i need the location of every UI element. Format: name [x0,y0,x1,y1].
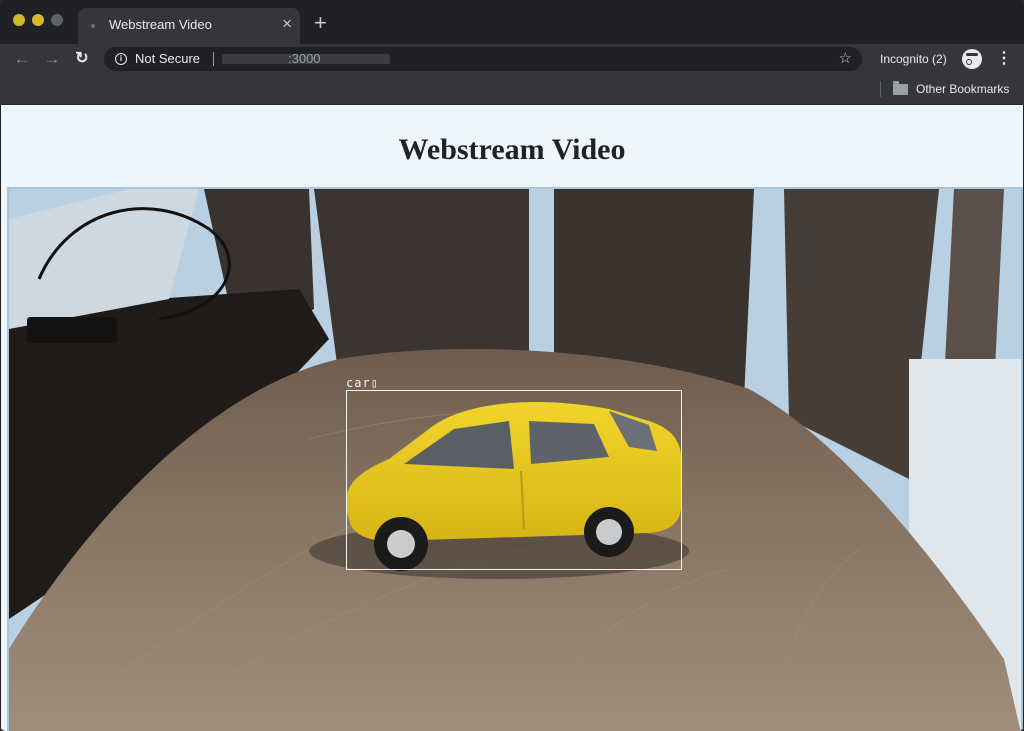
tab-title: Webstream Video [109,17,212,32]
forward-arrow-icon[interactable]: → [41,47,63,71]
url-port[interactable]: :3000 [288,51,321,66]
back-arrow-icon[interactable]: ← [11,47,33,71]
video-stream: car▯ [7,187,1023,731]
window-maximize-button[interactable] [51,14,63,26]
reload-icon[interactable]: ↻ [71,47,93,71]
profile-label[interactable]: Incognito (2) [880,52,947,66]
security-label[interactable]: Not Secure [135,51,200,66]
detection-class: car [346,376,371,390]
browser-window: Webstream Video × + ← → ↻ i Not Secure :… [0,0,1024,731]
window-close-button[interactable] [13,14,25,26]
bookmarks-bar: Other Bookmarks [0,74,1024,105]
power-adapter [27,317,117,343]
bookmarks-separator [880,81,881,97]
tab-close-icon[interactable]: × [282,14,292,34]
bookmark-star-icon[interactable]: ☆ [839,49,852,69]
menu-kebab-icon[interactable]: ⋮ [996,49,1012,69]
info-icon[interactable]: i [115,53,127,65]
new-tab-button[interactable]: + [314,12,327,34]
tab-webstream-video[interactable]: Webstream Video × [78,8,300,44]
window-minimize-button[interactable] [32,14,44,26]
toolbar: ← → ↻ i Not Secure :3000 ☆ Incognito (2)… [0,44,1024,74]
folder-icon [893,81,908,95]
address-bar[interactable]: i Not Secure :3000 ☆ [104,47,862,71]
page-title: Webstream Video [398,133,626,166]
incognito-icon[interactable] [962,49,982,69]
detection-glyph: ▯ [370,376,379,390]
other-bookmarks-link[interactable]: Other Bookmarks [916,82,1009,96]
tab-strip: Webstream Video × + [0,0,1024,44]
page-content: Webstream Video car▯ [1,105,1023,731]
detection-bounding-box [346,390,682,570]
favicon-icon [91,24,95,28]
detection-label: car▯ [346,376,379,390]
omnibox-separator [213,52,214,66]
